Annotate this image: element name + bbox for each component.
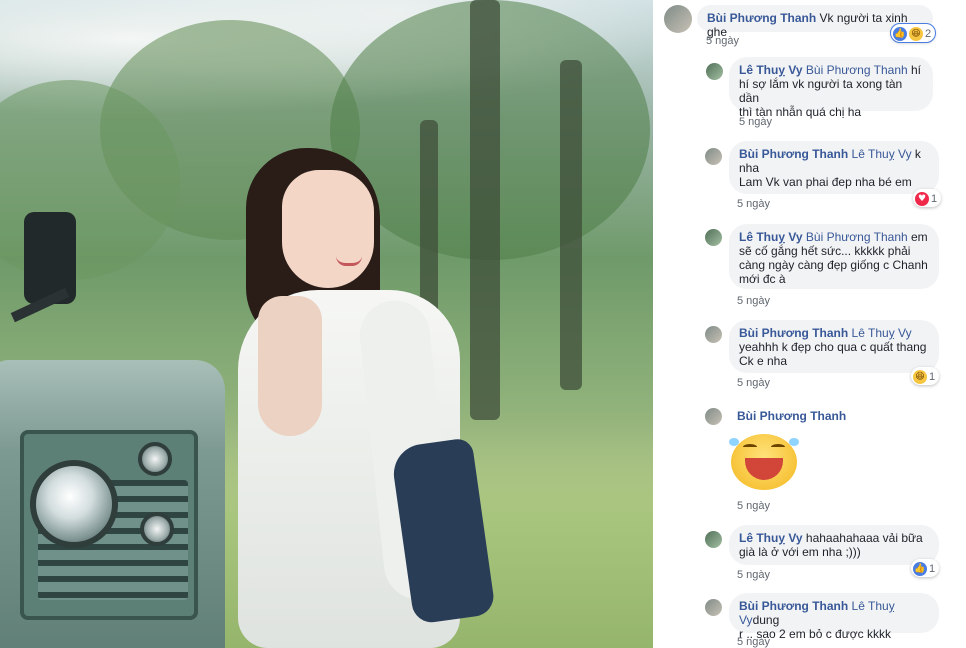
post-photo[interactable]	[0, 0, 653, 648]
photo-tree	[560, 60, 582, 390]
comment-text: sẽ cố gắng hết sức... kkkkk phải	[739, 244, 911, 258]
sticker-mouth	[745, 458, 783, 480]
scroll-track[interactable]	[958, 0, 966, 648]
comment-text: nha	[739, 161, 760, 175]
comment-mention[interactable]: Bùi Phương Thanh	[803, 230, 908, 244]
comment-text: Lam Vk van phai đep nha bé em	[739, 175, 912, 189]
comment-author[interactable]: Bùi Phương Thanh	[737, 409, 846, 423]
comment-text: hí sợ lắm vk người ta xong tàn dần	[739, 77, 903, 105]
woman-face	[282, 170, 374, 288]
reaction-summary[interactable]: 👍 1	[911, 559, 940, 577]
comment-bubble: Bùi Phương Thanh Lê Thuỵ Vy k nha Lam Vk…	[729, 141, 939, 194]
tear-drop	[729, 438, 739, 446]
sticker-eye	[771, 444, 785, 450]
comment-header: Bùi Phương Thanh	[737, 409, 846, 423]
comment-bubble: Bùi Phương Thanh Lê Thuỵ Vydung r .. sao…	[729, 593, 939, 641]
reaction-summary[interactable]: 😆 1	[911, 367, 940, 385]
reaction-count: 2	[925, 27, 932, 40]
comment-author[interactable]: Lê Thuỵ Vy	[739, 63, 803, 77]
comment-text: dung	[752, 613, 780, 627]
comment-time[interactable]: 5 ngày	[737, 569, 770, 581]
comment-mention[interactable]: Bùi Phương Thanh	[803, 63, 908, 77]
comment-text: hí	[907, 63, 922, 77]
reaction-count: 1	[929, 562, 936, 575]
comment-time[interactable]: 5 ngày	[737, 636, 770, 648]
comment-author[interactable]: Lê Thuỵ Vy	[739, 230, 803, 244]
avatar[interactable]	[705, 229, 722, 246]
comment-text: mới đc à	[739, 272, 786, 286]
jeep-mirror	[24, 212, 76, 304]
comment-text: hahaahahaaa vải bữa	[802, 531, 923, 545]
comment-text: càng ngày càng đẹp giống c Chanh	[739, 258, 928, 272]
woman-back	[258, 296, 322, 436]
jeep-indicator	[138, 442, 172, 476]
comment-author[interactable]: Bùi Phương Thanh	[739, 326, 848, 340]
avatar[interactable]	[705, 531, 722, 548]
comment-text: già là ở với em nha ;)))	[739, 545, 861, 559]
comment-time[interactable]: 5 ngày	[737, 198, 770, 210]
laughing-sticker	[729, 434, 799, 490]
reaction-count: 1	[931, 192, 938, 205]
reaction-summary[interactable]: 👍 😆 2	[889, 23, 937, 43]
like-icon: 👍	[893, 26, 907, 41]
sticker-eye	[743, 444, 757, 450]
avatar[interactable]	[664, 5, 692, 33]
love-icon: ♥	[915, 191, 929, 206]
comment-time[interactable]: 5 ngày	[739, 116, 772, 128]
comment-author[interactable]: Bùi Phương Thanh	[707, 11, 816, 25]
tear-drop	[789, 438, 799, 446]
comment-bubble: Lê Thuỵ Vy Bùi Phương Thanh hí hí sợ lắm…	[729, 57, 933, 119]
avatar[interactable]	[706, 63, 723, 80]
haha-icon: 😆	[909, 26, 923, 41]
photo-jeep	[0, 360, 225, 648]
comments-panel[interactable]: Bùi Phương Thanh Vk người ta xinh ghe 👍 😆…	[653, 0, 966, 648]
comment-mention[interactable]: Lê Thuỵ Vy	[848, 326, 912, 340]
avatar[interactable]	[705, 408, 722, 425]
jeep-indicator	[140, 512, 174, 546]
jeep-headlamp	[30, 460, 118, 548]
reaction-summary[interactable]: ♥ 1	[913, 189, 942, 207]
comment-bubble: Lê Thuỵ Vy hahaahahaaa vải bữa già là ở …	[729, 525, 939, 565]
photo-tree	[470, 0, 500, 420]
avatar[interactable]	[705, 599, 722, 616]
avatar[interactable]	[705, 148, 722, 165]
reaction-count: 1	[929, 370, 936, 383]
comment-bubble: Lê Thuỵ Vy Bùi Phương Thanh em sẽ cố gắn…	[729, 224, 939, 289]
comment-time[interactable]: 5 ngày	[737, 295, 770, 307]
comment-bubble: Bùi Phương Thanh Lê Thuỵ Vy yeahhh k đẹp…	[729, 320, 939, 373]
comment-time[interactable]: 5 ngày	[737, 377, 770, 389]
comment-mention[interactable]: Lê Thuỵ Vy	[848, 147, 912, 161]
avatar[interactable]	[705, 326, 722, 343]
comment-text: Ck e nha	[739, 354, 788, 368]
comment-time[interactable]: 5 ngày	[737, 500, 770, 512]
comment-text: yeahhh k đẹp cho qua c quất thang	[739, 340, 927, 354]
comment-author[interactable]: Bùi Phương Thanh	[739, 599, 848, 613]
comment-text: em	[907, 230, 928, 244]
comment-text: k	[911, 147, 921, 161]
comment-author[interactable]: Lê Thuỵ Vy	[739, 531, 803, 545]
haha-icon: 😆	[913, 369, 927, 384]
like-icon: 👍	[913, 561, 927, 576]
comment-time[interactable]: 5 ngày	[706, 35, 739, 47]
comment-author[interactable]: Bùi Phương Thanh	[739, 147, 848, 161]
